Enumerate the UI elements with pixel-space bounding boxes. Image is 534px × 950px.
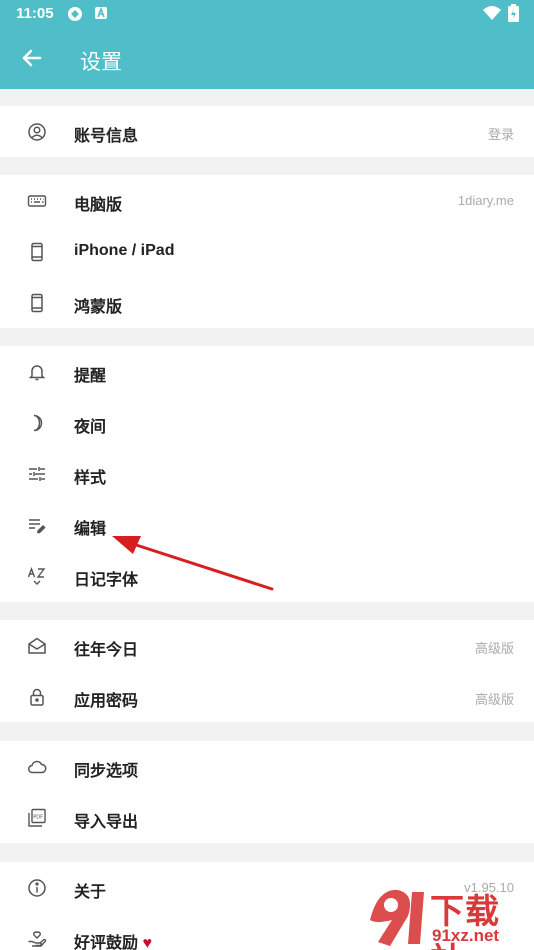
settings-item-diary-font[interactable]: 日记字体	[0, 550, 534, 601]
settings-item-edit[interactable]: 编辑	[0, 499, 534, 550]
settings-item-label: 关于	[74, 884, 107, 901]
app-bar: 11:05 设置	[0, 0, 534, 89]
svg-text:PDF: PDF	[33, 815, 43, 821]
settings-item-label: 夜间	[74, 419, 107, 436]
settings-item-value: 登录	[487, 127, 514, 142]
pdf-file-icon: PDF	[27, 808, 47, 828]
settings-item-style[interactable]: 样式	[0, 448, 534, 499]
settings-item-value: 1diary.me	[457, 193, 514, 208]
settings-item-label: 账号信息	[74, 128, 139, 145]
settings-item-sync-options[interactable]: 同步选项	[0, 741, 534, 792]
font-az-icon	[27, 566, 47, 586]
battery-icon	[508, 4, 519, 22]
sync-status-icon	[66, 6, 84, 22]
settings-item-value: 高级版	[474, 692, 514, 707]
page-title: 设置	[80, 51, 122, 74]
back-arrow-icon[interactable]	[18, 44, 46, 72]
settings-item-label: iPhone / iPad	[74, 242, 175, 259]
status-time: 11:05	[16, 5, 54, 22]
status-bar: 11:05	[0, 0, 534, 28]
watermark-url: 91xz.net	[432, 926, 500, 945]
settings-item-night[interactable]: 夜间	[0, 397, 534, 448]
bell-icon	[27, 362, 47, 382]
settings-item-on-this-day[interactable]: 往年今日 高级版	[0, 620, 534, 671]
settings-item-label: 电脑版	[74, 197, 123, 214]
premium-group: 往年今日 高级版 应用密码 高级版	[0, 620, 534, 722]
edit-lines-icon	[27, 515, 47, 535]
settings-item-desktop[interactable]: 电脑版 1diary.me	[0, 175, 534, 226]
keyboard-icon	[27, 191, 47, 211]
phone-icon	[27, 242, 47, 262]
settings-item-label: 样式	[74, 470, 107, 487]
settings-item-label: 同步选项	[74, 763, 139, 780]
user-circle-icon	[27, 122, 47, 142]
platform-group: 电脑版 1diary.me iPhone / iPad 鸿蒙版	[0, 175, 534, 328]
data-group: 同步选项 PDF 导入导出	[0, 741, 534, 843]
settings-item-label: 好评鼓励 ♥	[74, 935, 152, 950]
hand-heart-icon	[27, 929, 47, 949]
settings-item-import-export[interactable]: PDF 导入导出	[0, 792, 534, 843]
account-group: 账号信息 登录	[0, 106, 534, 157]
settings-item-iphone-ipad[interactable]: iPhone / iPad	[0, 226, 534, 277]
settings-item-label: 往年今日	[74, 642, 139, 659]
settings-item-label: 日记字体	[74, 572, 139, 589]
settings-item-harmony[interactable]: 鸿蒙版	[0, 277, 534, 328]
settings-item-label: 提醒	[74, 368, 107, 385]
settings-item-app-password[interactable]: 应用密码 高级版	[0, 671, 534, 722]
heart-icon: ♥	[142, 935, 152, 950]
app-notification-icon	[94, 6, 108, 20]
settings-item-value: 高级版	[474, 641, 514, 656]
info-icon	[27, 878, 47, 898]
phone-icon	[27, 293, 47, 313]
sliders-icon	[27, 464, 47, 484]
settings-item-account[interactable]: 账号信息 登录	[0, 106, 534, 157]
moon-icon	[27, 413, 47, 433]
settings-item-label: 应用密码	[74, 693, 139, 710]
cloud-icon	[27, 757, 47, 777]
preferences-group: 提醒 夜间 样式 编辑 日记字体	[0, 346, 534, 602]
settings-item-label: 导入导出	[74, 814, 139, 831]
mail-open-icon	[27, 636, 47, 656]
settings-item-label: 编辑	[74, 521, 107, 538]
lock-icon	[27, 687, 47, 707]
settings-item-reminder[interactable]: 提醒	[0, 346, 534, 397]
wifi-icon	[483, 5, 501, 20]
settings-item-label: 鸿蒙版	[74, 299, 123, 316]
